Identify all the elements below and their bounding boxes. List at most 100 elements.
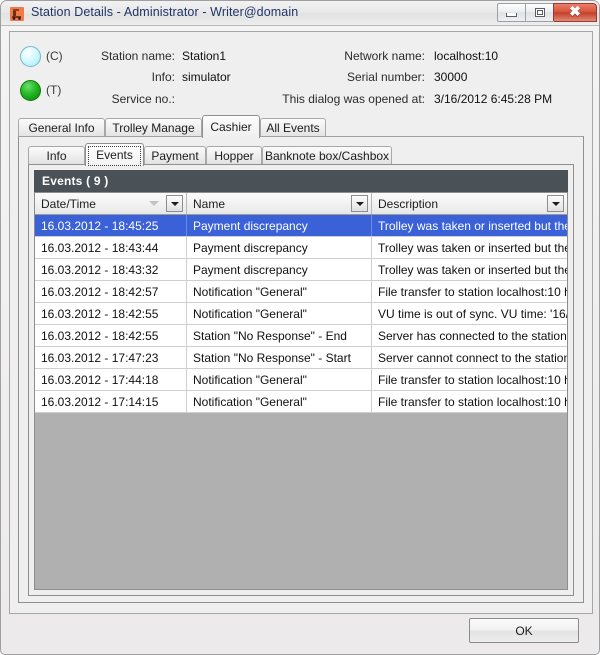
column-header-name[interactable]: Name [187,193,372,214]
close-icon: ✖ [569,4,581,20]
events-grid-header: Date/Time Name Description [35,193,567,215]
tab-trolley-manage[interactable]: Trolley Manage [105,118,202,137]
filter-dropdown-datetime[interactable] [166,195,183,212]
content-panel: (C) (T) Station name: Station1 Info: sim… [9,31,593,614]
tab-hopper[interactable]: Hopper [206,146,262,165]
cell-datetime: 16.03.2012 - 18:42:55 [35,325,187,346]
maximize-icon [534,8,545,17]
cell-datetime: 16.03.2012 - 18:42:57 [35,281,187,302]
tab-info-label: Info [46,149,67,163]
column-header-description-label: Description [378,196,439,211]
table-row[interactable]: 16.03.2012 - 18:42:55 Notification "Gener… [35,303,567,325]
minimize-icon [506,12,517,17]
tab-payment-label: Payment [151,149,199,163]
table-row[interactable]: 16.03.2012 - 17:44:18 Notification "Gener… [35,369,567,391]
column-header-description[interactable]: Description [372,193,567,214]
ok-button-label: OK [515,623,533,638]
window-controls: ✖ [497,3,597,23]
cell-description: Server cannot connect to the station [378,350,567,365]
table-row[interactable]: 16.03.2012 - 18:43:44 Payment discrepancy… [35,237,567,259]
cell-description: File transfer to station localhost:10 h.… [378,284,567,299]
tab-cashier-label: Cashier [210,120,252,134]
table-row[interactable]: 16.03.2012 - 18:43:32 Payment discrepancy… [35,259,567,281]
cell-name: Payment discrepancy [187,237,372,258]
service-no-label: Service no.: [111,92,175,106]
cashier-tab-page: Info Events Payment Hopper Banknote box/… [18,136,584,603]
tab-trolley-manage-label: Trolley Manage [112,121,195,135]
cell-name: Payment discrepancy [187,259,372,280]
cell-datetime: 16.03.2012 - 18:42:55 [35,303,187,324]
title-bar[interactable]: Station Details - Administrator - Writer… [1,1,599,26]
table-row[interactable]: 16.03.2012 - 18:45:25 Payment discrepancy… [35,215,567,237]
events-grid-body[interactable]: 16.03.2012 - 18:45:25 Payment discrepancy… [35,215,567,589]
cell-description: Trolley was taken or inserted but the... [378,240,567,255]
cell-name: Notification "General" [187,369,372,390]
chevron-down-icon [551,201,560,206]
cell-description: File transfer to station localhost:10 h.… [378,394,567,409]
maximize-button[interactable] [525,3,553,22]
table-row[interactable]: 16.03.2012 - 17:14:15 Notification "Gener… [35,391,567,413]
tab-all-events-label: All Events [266,121,320,135]
cell-name: Station "No Response" - End [187,325,372,346]
close-button[interactable]: ✖ [553,3,597,22]
station-details-window: Station Details - Administrator - Writer… [0,0,600,655]
info-label: Info: [151,70,175,84]
window-title: Station Details - Administrator - Writer… [31,5,299,19]
events-group-header: Events ( 9 ) [34,170,568,192]
cell-description: Server has connected to the station ... [378,328,567,343]
tab-payment[interactable]: Payment [144,146,206,165]
trolley-lamp-label: (T) [46,83,62,97]
tab-hopper-label: Hopper [214,149,254,163]
sort-arrow-icon [149,201,159,206]
cell-description: VU time is out of sync. VU time: '16/0..… [378,306,567,321]
column-header-datetime[interactable]: Date/Time [35,193,187,214]
network-name-value: localhost:10 [434,49,499,63]
tab-cashier[interactable]: Cashier [202,115,260,138]
connection-lamp-label: (C) [46,49,63,63]
tab-all-events[interactable]: All Events [260,118,326,137]
trolley-lamp [20,80,41,101]
tab-events[interactable]: Events [85,143,144,166]
cell-datetime: 16.03.2012 - 18:45:25 [35,215,187,236]
cell-name: Station "No Response" - Start [187,347,372,368]
cell-name: Payment discrepancy [187,215,372,236]
events-tab-page: Events ( 9 ) Date/Time Name Description … [28,164,574,596]
table-row[interactable]: 16.03.2012 - 18:42:55 Station "No Respons… [35,325,567,347]
serial-number-label: Serial number: [346,70,425,84]
tab-events-label: Events [96,148,133,162]
connection-lamp [20,46,41,67]
tab-general-info-label: General Info [28,121,95,135]
table-row[interactable]: 16.03.2012 - 17:47:23 Station "No Respons… [35,347,567,369]
dialog-opened-label: This dialog was opened at: [282,92,425,106]
cell-datetime: 16.03.2012 - 18:43:44 [35,237,187,258]
cell-datetime: 16.03.2012 - 17:44:18 [35,369,187,390]
tab-banknote-box-cashbox[interactable]: Banknote box/Cashbox [262,146,392,165]
cell-datetime: 16.03.2012 - 17:47:23 [35,347,187,368]
ok-button[interactable]: OK [469,618,579,643]
cell-name: Notification "General" [187,281,372,302]
chevron-down-icon [170,201,179,206]
cell-description: Trolley was taken or inserted but the... [378,262,567,277]
cell-description: File transfer to station localhost:10 h.… [378,372,567,387]
outer-tab-strip: General Info Trolley Manage Cashier All … [18,115,584,138]
cell-datetime: 16.03.2012 - 17:14:15 [35,391,187,412]
table-row[interactable]: 16.03.2012 - 18:42:57 Notification "Gener… [35,281,567,303]
filter-dropdown-description[interactable] [547,195,564,212]
tab-general-info[interactable]: General Info [18,118,105,137]
events-group-title: Events ( 9 ) [42,174,109,188]
column-header-name-label: Name [193,196,226,211]
station-name-label: Station name: [100,49,175,63]
cell-description: Trolley was taken or inserted but the... [378,218,567,233]
filter-dropdown-name[interactable] [351,195,368,212]
dialog-opened-value: 3/16/2012 6:45:28 PM [434,92,553,106]
tab-info[interactable]: Info [28,146,85,165]
tab-banknote-box-cashbox-label: Banknote box/Cashbox [264,149,390,163]
cell-datetime: 16.03.2012 - 18:43:32 [35,259,187,280]
network-name-label: Network name: [344,49,425,63]
cell-name: Notification "General" [187,303,372,324]
minimize-button[interactable] [497,3,525,22]
cell-name: Notification "General" [187,391,372,412]
chevron-down-icon [355,201,364,206]
inner-tab-strip: Info Events Payment Hopper Banknote box/… [28,143,574,166]
events-grid[interactable]: Date/Time Name Description 16.03.2012 - … [34,192,568,590]
